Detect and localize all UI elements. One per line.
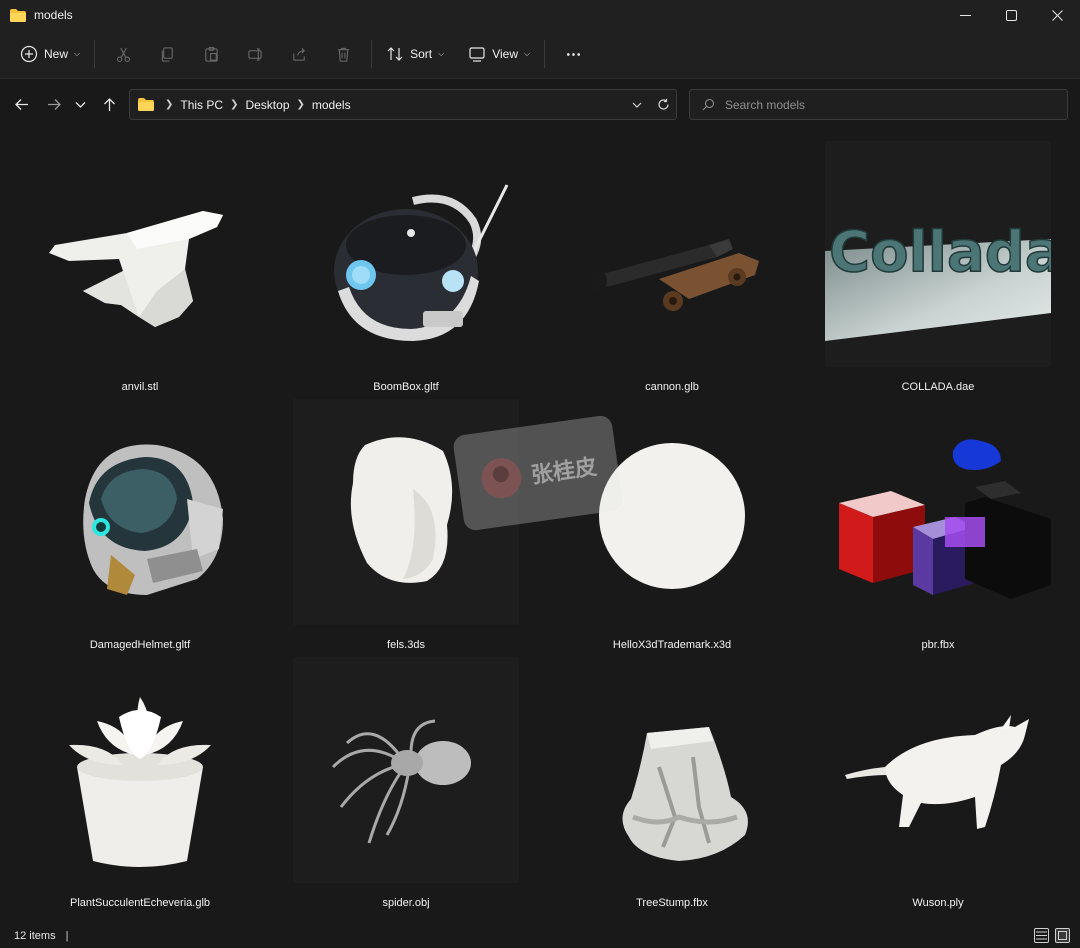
status-divider: | xyxy=(65,930,69,942)
cut-button[interactable] xyxy=(101,38,145,70)
maximize-button[interactable] xyxy=(988,0,1034,30)
rename-icon xyxy=(247,47,262,61)
file-name: PlantSucculentEcheveria.glb xyxy=(69,897,211,909)
file-tile-spider[interactable]: spider.obj xyxy=(273,649,539,909)
file-name: TreeStump.fbx xyxy=(636,897,708,909)
status-bar: 12 items | xyxy=(0,924,1080,948)
helmet-thumbnail xyxy=(27,399,253,625)
up-button[interactable] xyxy=(94,89,124,119)
close-button[interactable] xyxy=(1034,0,1080,30)
delete-button[interactable] xyxy=(321,38,365,70)
back-button[interactable] xyxy=(6,89,36,119)
breadcrumb-desktop[interactable]: Desktop xyxy=(245,98,289,112)
file-tile-collada[interactable]: Collada COLLADA.dae xyxy=(805,133,1071,393)
file-tile-treestump[interactable]: TreeStump.fbx xyxy=(539,649,805,909)
sort-icon xyxy=(387,47,403,61)
paste-button[interactable] xyxy=(189,38,233,70)
breadcrumb-this-pc[interactable]: This PC xyxy=(180,98,223,112)
chevron-right-icon: ❯ xyxy=(296,99,305,110)
chevron-down-icon: ⌵ xyxy=(438,49,445,58)
plus-circle-icon xyxy=(20,45,38,63)
close-icon xyxy=(1051,9,1063,21)
large-icons-view-button[interactable] xyxy=(1055,928,1070,943)
file-tile-anvil[interactable]: anvil.stl xyxy=(7,133,273,393)
refresh-icon[interactable] xyxy=(657,98,670,111)
ellipsis-icon xyxy=(566,52,580,56)
window-controls xyxy=(942,0,1080,30)
arrow-up-icon xyxy=(103,97,115,111)
file-tile-cannon[interactable]: cannon.glb xyxy=(539,133,805,393)
watermark-text: 张桂皮 xyxy=(529,453,599,488)
arrow-left-icon xyxy=(14,98,28,110)
separator xyxy=(544,40,546,68)
boombox-thumbnail xyxy=(293,141,519,367)
succulent-thumbnail xyxy=(27,657,253,883)
rename-button[interactable] xyxy=(233,38,277,70)
maximize-icon xyxy=(1005,9,1017,21)
address-bar[interactable]: ❯ This PC ❯ Desktop ❯ models xyxy=(129,89,677,120)
sort-button[interactable]: Sort ⌵ xyxy=(378,38,452,70)
search-icon xyxy=(702,98,715,111)
chevron-down-icon: ⌵ xyxy=(523,49,531,58)
cannon-thumbnail xyxy=(559,141,785,367)
minimize-button[interactable] xyxy=(942,0,988,30)
chevron-down-icon xyxy=(75,101,85,108)
copy-button[interactable] xyxy=(145,38,189,70)
watermark-avatar-icon xyxy=(481,458,522,499)
window-title: models xyxy=(34,8,73,22)
address-actions xyxy=(631,90,670,119)
file-tile-damaged-helmet[interactable]: DamagedHelmet.gltf xyxy=(7,391,273,651)
view-icon xyxy=(469,47,485,62)
breadcrumb-models[interactable]: models xyxy=(312,98,351,112)
chevron-down-icon: ⌵ xyxy=(74,49,81,58)
trash-icon xyxy=(337,47,349,62)
collada-thumbnail: Collada xyxy=(825,141,1051,367)
file-name: spider.obj xyxy=(382,897,430,909)
search-input[interactable]: Search models xyxy=(725,98,805,112)
folder-icon xyxy=(10,8,26,22)
forward-button[interactable] xyxy=(39,89,69,119)
chevron-right-icon: ❯ xyxy=(230,99,239,110)
treestump-thumbnail xyxy=(559,657,785,883)
scissors-icon xyxy=(116,47,130,62)
file-tile-succulent[interactable]: PlantSucculentEcheveria.glb xyxy=(7,649,273,909)
view-label: View xyxy=(492,47,518,61)
file-tile-boombox[interactable]: BoomBox.gltf xyxy=(273,133,539,393)
collada-text: Collada xyxy=(829,220,1051,285)
separator xyxy=(94,40,96,68)
file-tile-wuson[interactable]: Wuson.ply xyxy=(805,649,1071,909)
command-bar: New ⌵ Sort ⌵ View ⌵ xyxy=(0,30,1080,79)
folder-icon xyxy=(138,98,154,111)
minimize-icon xyxy=(959,14,971,16)
view-button[interactable]: View ⌵ xyxy=(460,38,538,70)
chevron-right-icon: ❯ xyxy=(165,99,174,110)
separator xyxy=(371,40,373,68)
thumbnail-view-icon xyxy=(1058,931,1067,940)
pbr-cubes-thumbnail xyxy=(825,399,1051,625)
details-view-button[interactable] xyxy=(1034,928,1049,943)
chevron-down-icon[interactable] xyxy=(631,99,643,111)
recent-locations-button[interactable] xyxy=(69,89,91,119)
share-button[interactable] xyxy=(277,38,321,70)
arrow-right-icon xyxy=(47,98,61,110)
ox-thumbnail xyxy=(825,657,1051,883)
search-box[interactable]: Search models xyxy=(689,89,1068,120)
more-options-button[interactable] xyxy=(551,38,595,70)
item-count: 12 items xyxy=(14,930,56,942)
new-label: New xyxy=(44,47,69,61)
new-button[interactable]: New ⌵ xyxy=(12,38,88,70)
title-bar: models xyxy=(0,0,1080,30)
file-name: Wuson.ply xyxy=(912,897,964,909)
share-icon xyxy=(292,47,305,61)
list-icon xyxy=(1036,931,1047,940)
file-tile-pbr[interactable]: pbr.fbx xyxy=(805,391,1071,651)
clipboard-icon xyxy=(204,46,218,62)
view-toggles xyxy=(1034,928,1070,943)
file-grid: anvil.stl BoomBox.gltf cannon.glb Collad… xyxy=(0,129,1080,924)
navigation-row: ❯ This PC ❯ Desktop ❯ models Search mode… xyxy=(0,80,1080,128)
spider-thumbnail xyxy=(293,657,519,883)
sort-label: Sort xyxy=(410,47,433,61)
copy-icon xyxy=(161,46,173,62)
anvil-thumbnail xyxy=(27,141,253,367)
